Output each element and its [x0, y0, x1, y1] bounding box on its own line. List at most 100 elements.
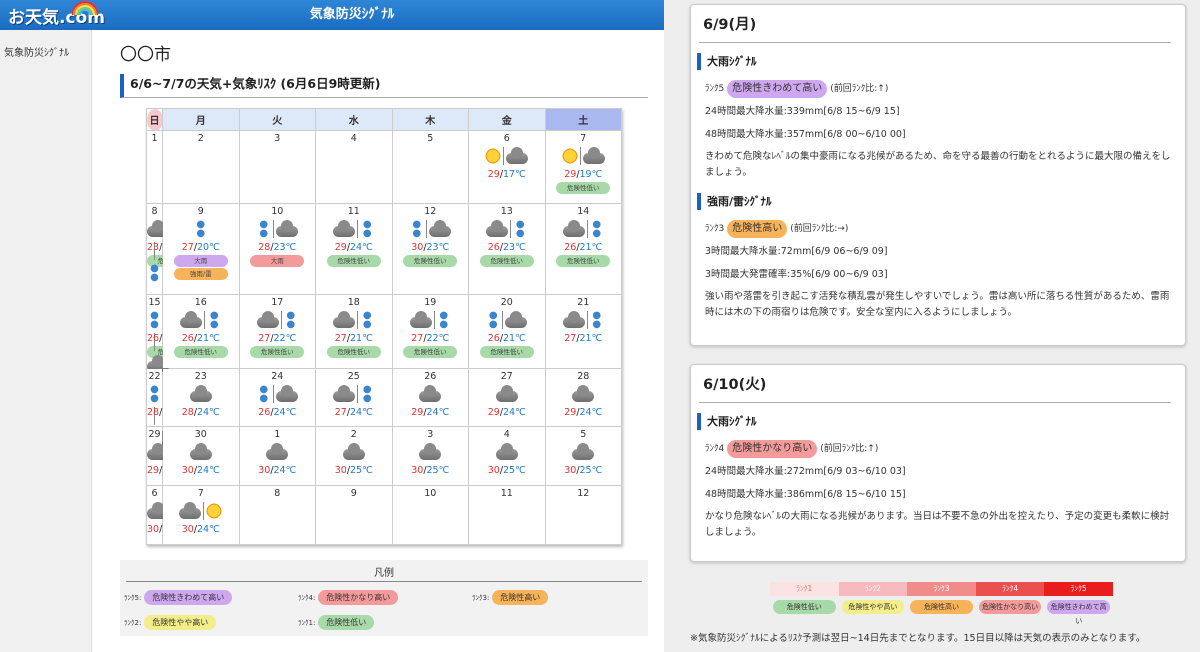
calendar-day[interactable]: 15●●26/21℃危険性低い — [146, 294, 201, 372]
signal-description: きわめて危険なﾚﾍﾞﾙの集中豪雨になる兆候があるため、命を守る最善の行動をとれる… — [705, 151, 1171, 178]
temp-unit: ℃ — [362, 242, 373, 253]
risk-badge[interactable]: 危険性低い — [556, 182, 611, 194]
temp-unit: ℃ — [591, 242, 603, 253]
temperature: 30/25℃ — [316, 464, 392, 477]
temp-low: 24 — [197, 524, 210, 535]
sun-icon — [206, 503, 223, 519]
temp-high: 30 — [334, 465, 347, 476]
calendar-day[interactable]: 4 — [315, 130, 393, 204]
calendar-day[interactable]: 3 30/25℃ — [391, 426, 469, 486]
calendar-day[interactable]: 10 — [391, 485, 469, 545]
rank-scale-segment: ﾗﾝｸ1 — [770, 582, 839, 596]
risk-badge[interactable]: 危険性低い — [326, 255, 381, 267]
temperature: 26/21℃ — [469, 332, 545, 345]
calendar-day[interactable]: 5 — [391, 130, 469, 204]
risk-badge[interactable]: 危険性低い — [479, 255, 534, 267]
temp-unit: ℃ — [362, 333, 373, 344]
calendar-day[interactable]: 22 ●● 28/22℃ — [146, 368, 185, 446]
weather-icons — [147, 442, 169, 464]
risk-badge[interactable]: 危険性低い — [403, 346, 458, 358]
icon-divider — [357, 311, 359, 329]
calendar-day[interactable]: 21 ● ● 27/21℃ — [544, 294, 622, 369]
calendar-day[interactable]: 9 ● ● 27/20℃ 大雨 強雨/雷 — [162, 203, 240, 295]
day-number: 15 — [148, 297, 161, 308]
rank-line: ﾗﾝｸ4 危険性かなり高い (前回ﾗﾝｸ比:↑) — [705, 440, 878, 458]
calendar-day[interactable]: 5 30/25℃ — [544, 426, 622, 486]
day-number: 12 — [577, 488, 590, 499]
temp-high: 26 — [487, 242, 500, 253]
calendar-day[interactable]: 2929/24℃ — [146, 426, 185, 486]
rain-icon: ● ● — [259, 219, 269, 239]
calendar-day[interactable]: 23 28/24℃ — [162, 368, 240, 427]
calendar-day[interactable]: 28 29/24℃ — [544, 368, 622, 427]
temp-low: 24 — [273, 407, 286, 418]
calendar-day[interactable]: 7 30/24℃ — [162, 485, 240, 545]
weather-icons: ● ● — [393, 310, 469, 332]
temp-high: 26 — [181, 333, 194, 344]
risk-badge[interactable]: 大雨 — [173, 255, 228, 267]
calendar-day[interactable]: 11 ● ● 29/24℃ 危険性低い — [315, 203, 393, 295]
risk-badge[interactable]: 危険性低い — [556, 255, 611, 267]
day-number: 17 — [271, 297, 284, 308]
calendar-day[interactable]: 20 ● ● 26/21℃ 危険性低い — [468, 294, 546, 369]
temp-low: 23 — [503, 242, 516, 253]
weather-icons: ● ● — [546, 310, 622, 332]
weather-icons — [163, 501, 239, 523]
weather-icons — [469, 146, 545, 168]
calendar-day[interactable]: 1 30/24℃ — [238, 426, 316, 486]
calendar-day[interactable]: 10 ● ● 28/23℃ 大雨 — [238, 203, 316, 295]
temp-low: 21 — [579, 242, 592, 253]
temp-high: 26 — [258, 407, 271, 418]
legend-rank: ﾗﾝｸ2: — [124, 619, 142, 627]
temp-high: 26 — [147, 333, 160, 344]
calendar-day[interactable]: 6 30/25℃ — [146, 485, 185, 545]
temp-low: 20 — [197, 242, 210, 253]
risk-badge[interactable]: 危険性低い — [173, 346, 228, 358]
calendar-day[interactable]: 19 ● ● 27/22℃ 危険性低い — [391, 294, 469, 369]
calendar-day[interactable]: 26 29/24℃ — [391, 368, 469, 427]
temperature: 26/23℃ — [469, 241, 545, 254]
temp-unit: ℃ — [438, 242, 450, 253]
weather-icons: ● ● — [546, 219, 622, 241]
calendar-day[interactable]: 12 ● ● 30/23℃ 危険性低い — [391, 203, 469, 295]
legend-title: 凡例 — [374, 568, 394, 579]
calendar-day[interactable]: 3 — [238, 130, 316, 204]
calendar-day[interactable]: 11 — [468, 485, 546, 545]
risk-badge[interactable]: 危険性低い — [326, 346, 381, 358]
calendar-day[interactable]: 2 — [162, 130, 240, 204]
calendar-day[interactable]: 12 — [544, 485, 622, 545]
risk-badge[interactable]: 危険性低い — [479, 346, 534, 358]
risk-badge[interactable]: 危険性低い — [403, 255, 458, 267]
calendar-day[interactable]: 17 ● ● 27/22℃ 危険性低い — [238, 294, 316, 369]
temp-high: 29 — [487, 169, 500, 180]
calendar-day[interactable]: 25 ● ● 27/24℃ — [315, 368, 393, 427]
signal-title: 強雨/雷ｼｸﾞﾅﾙ — [697, 193, 772, 210]
calendar-day[interactable]: 24 ● ● 26/24℃ — [238, 368, 316, 427]
temp-low: 24 — [350, 407, 363, 418]
calendar-day[interactable]: 9 — [315, 485, 393, 545]
cloud-icon — [495, 384, 518, 402]
risk-badge[interactable]: 危険性低い — [250, 346, 305, 358]
temp-high: 30 — [487, 465, 500, 476]
calendar-day[interactable]: 27 29/24℃ — [468, 368, 546, 427]
risk-badge[interactable]: 大雨 — [250, 255, 305, 267]
weather-icons: ● ● — [393, 219, 469, 241]
sidebar-item-bousai-signal[interactable]: 気象防災ｼｸﾞﾅﾙ — [4, 44, 69, 59]
calendar-day[interactable]: 14 ● ● 26/21℃ 危険性低い — [544, 203, 622, 295]
weather-icons: ● ● — [469, 310, 545, 332]
rank-scale-label: 危険性やや高い — [841, 600, 905, 614]
calendar-day[interactable]: 16 ● ● 26/21℃ 危険性低い — [162, 294, 240, 369]
temp-high: 27 — [411, 333, 424, 344]
calendar-day[interactable]: 18 ● ● 27/21℃ 危険性低い — [315, 294, 393, 369]
calendar-day[interactable]: 30 30/24℃ — [162, 426, 240, 486]
calendar-day[interactable]: 7 29/19℃ 危険性低い — [544, 130, 622, 204]
calendar-day[interactable]: 2 30/25℃ — [315, 426, 393, 486]
calendar-day[interactable]: 4 30/25℃ — [468, 426, 546, 486]
calendar-day[interactable]: 8●●23/19℃危険性低い — [146, 203, 201, 295]
calendar-day[interactable]: 8 — [238, 485, 316, 545]
calendar-day[interactable]: 13 ● ● 26/23℃ 危険性低い — [468, 203, 546, 295]
calendar-day[interactable]: 6 29/17℃ — [468, 130, 546, 204]
calendar-day[interactable]: 1 — [146, 130, 163, 204]
day-number: 29 — [148, 429, 161, 440]
risk-badge[interactable]: 強雨/雷 — [173, 268, 228, 280]
